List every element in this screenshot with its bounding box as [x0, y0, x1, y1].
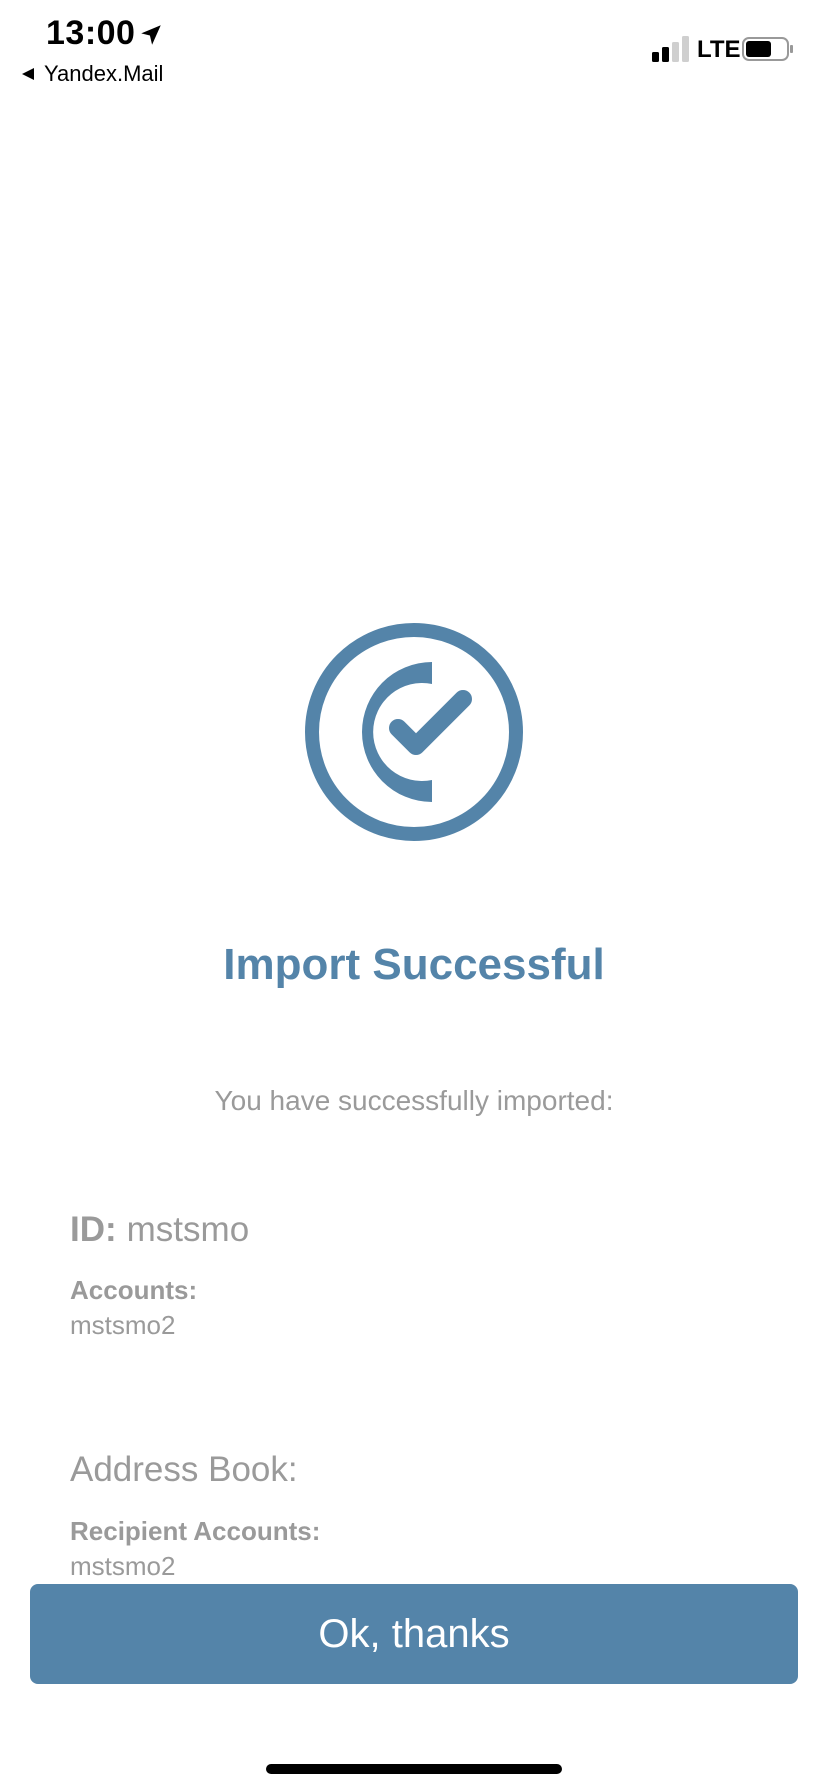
page-subtitle: You have successfully imported: — [214, 1085, 614, 1116]
home-indicator[interactable] — [266, 1764, 562, 1774]
recipient-accounts-value: mstsmo2 — [70, 1551, 176, 1581]
id-label: ID: — [70, 1210, 117, 1249]
status-time: 13:00 — [46, 14, 136, 52]
check-circle-icon — [305, 623, 523, 841]
imported-id: ID: mstsmo — [70, 1210, 249, 1250]
accounts-value: mstsmo2 — [70, 1310, 176, 1340]
status-bar: 13:00 Yandex.Mail LTE — [0, 0, 828, 100]
accounts-label: Accounts: — [70, 1275, 198, 1305]
back-to-app-button[interactable]: Yandex.Mail — [20, 60, 163, 88]
location-arrow-icon — [141, 25, 161, 45]
back-arrow-icon — [22, 68, 34, 80]
ok-thanks-button[interactable]: Ok, thanks — [30, 1584, 798, 1684]
page-title: Import Successful — [223, 940, 605, 989]
battery-icon — [742, 37, 793, 61]
back-app-label: Yandex.Mail — [44, 61, 164, 86]
address-book-label: Address Book: — [70, 1450, 298, 1489]
recipient-accounts-label: Recipient Accounts: — [70, 1516, 321, 1546]
id-value: mstsmo — [126, 1210, 250, 1249]
signal-icon — [652, 36, 689, 62]
network-type: LTE — [697, 36, 741, 63]
